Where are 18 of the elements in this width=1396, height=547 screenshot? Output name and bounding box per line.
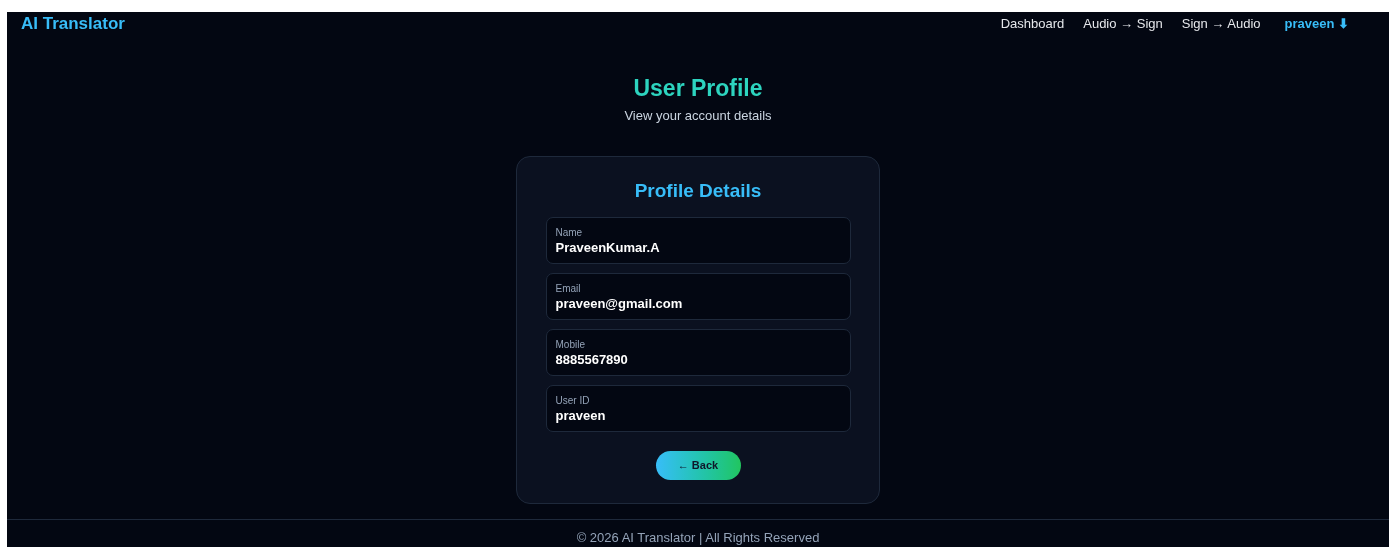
field-value: 8885567890 (555, 350, 629, 368)
back-button[interactable]: ← Back (655, 450, 741, 480)
footer-text: © 2026 AI Translator | All Rights Reserved (576, 529, 820, 545)
nav-link[interactable]: Audio → Sign (1083, 14, 1163, 34)
brand-title: AI Translator (21, 13, 125, 36)
page-subtitle: View your account details (624, 107, 772, 125)
nav-link[interactable]: Sign → Audio (1181, 14, 1261, 34)
nav-link[interactable]: Dashboard (1000, 14, 1065, 34)
field-value: praveen (555, 406, 607, 424)
field-label: Name (555, 226, 584, 239)
user-menu[interactable]: praveen ⬇ (1284, 14, 1349, 34)
field-value: praveen@gmail.com (555, 294, 684, 312)
field-label: User ID (555, 394, 591, 407)
page-title: User Profile (633, 74, 763, 102)
card-title: Profile Details (634, 178, 762, 203)
field-label: Mobile (555, 338, 586, 351)
field-value: PraveenKumar.A (555, 238, 661, 256)
field-label: Email (555, 282, 582, 295)
